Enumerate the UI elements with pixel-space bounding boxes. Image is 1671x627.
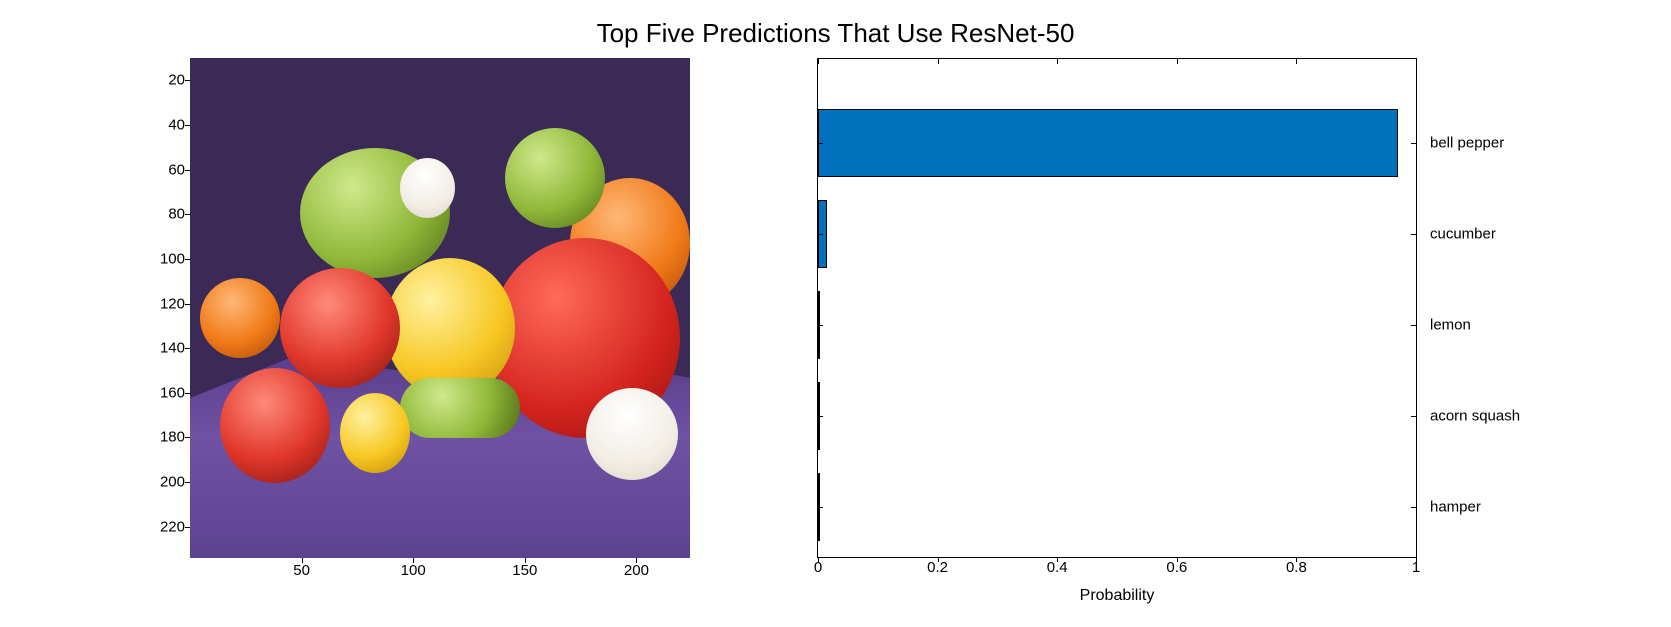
ytick-20: 20 [140,72,185,89]
xtickmark [1057,557,1058,562]
xtickmark [1416,557,1417,562]
garlic-right [586,388,678,480]
ytick-60: 60 [140,161,185,178]
ytickmark [818,234,823,235]
cat-label-acorn-squash: acorn squash [1430,408,1520,425]
xtickmark [413,558,414,563]
cat-label-bell-pepper: bell pepper [1430,135,1504,152]
xtickmark [1296,557,1297,562]
ytickmark [818,507,823,508]
xtickmark [818,557,819,562]
xtick-50: 50 [293,562,310,579]
xtickmark-top [938,59,939,64]
ytickmark [185,125,190,126]
xtickmark [636,558,637,563]
figure-title: Top Five Predictions That Use ResNet-50 [0,18,1671,49]
xtickmark-top [1057,59,1058,64]
yellow-pepper [385,258,515,398]
ytick-100: 100 [140,250,185,267]
ytickmark [818,416,823,417]
xtick-200: 200 [624,562,649,579]
ytickmark [1411,416,1416,417]
ytickmark [185,527,190,528]
green-pepper-2 [505,128,605,228]
ytickmark [185,393,190,394]
xtickmark-top [1416,59,1417,64]
xtickmark-top [818,59,819,64]
ytickmark [1411,507,1416,508]
xtickmark [938,557,939,562]
xtickmark-top [1177,59,1178,64]
ytickmark [185,170,190,171]
garlic-top [400,158,455,218]
orange-pepper-small [200,278,280,358]
yellow-pepper-small [340,393,410,473]
ytickmark [818,325,823,326]
bar-x-ticks: 0 0.2 0.4 0.6 0.8 1 [818,559,1416,581]
ytickmark [185,259,190,260]
ytick-160: 160 [140,384,185,401]
ytick-180: 180 [140,429,185,446]
xtickmark [1177,557,1178,562]
ytickmark [185,437,190,438]
xtickmark [525,558,526,563]
xtick-100: 100 [401,562,426,579]
predictions-bar-chart: bell pepper cucumber lemon acorn squash … [817,58,1417,558]
red-pepper-small [220,368,330,483]
figure: Top Five Predictions That Use ResNet-50 … [0,0,1671,627]
bar-xlabel: Probability [1080,587,1155,605]
ytickmark [1411,325,1416,326]
ytickmark [185,304,190,305]
ytickmark [185,214,190,215]
ytick-200: 200 [140,474,185,491]
image-y-ticks: 20 40 60 80 100 120 140 160 180 200 220 [140,58,185,558]
ytick-80: 80 [140,206,185,223]
xtickmark-top [1296,59,1297,64]
red-pepper-medium [280,268,400,388]
xtick-150: 150 [512,562,537,579]
bar-bell-pepper [818,109,1398,177]
ytickmark [185,80,190,81]
input-image-axes: 20 40 60 80 100 120 140 160 180 200 220 … [190,58,690,558]
cat-label-lemon: lemon [1430,317,1471,334]
input-image [190,58,690,558]
ytickmark [1411,143,1416,144]
green-chili [400,378,520,438]
xtickmark [302,558,303,563]
cat-label-hamper: hamper [1430,499,1481,516]
ytickmark [185,482,190,483]
ytickmark [818,143,823,144]
ytickmark [1411,234,1416,235]
ytick-140: 140 [140,340,185,357]
ytick-220: 220 [140,518,185,535]
ytickmark [185,348,190,349]
cat-label-cucumber: cucumber [1430,226,1496,243]
ytick-40: 40 [140,116,185,133]
ytick-120: 120 [140,295,185,312]
image-x-ticks: 50 100 150 200 [190,562,690,586]
